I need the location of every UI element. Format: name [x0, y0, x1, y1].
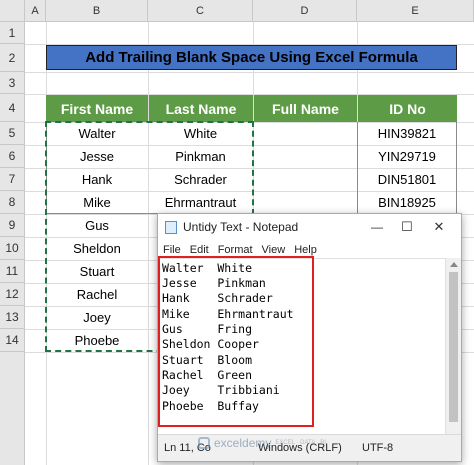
cell-id-no[interactable]: HIN39821 — [357, 122, 457, 145]
column-header-c[interactable]: C — [148, 0, 253, 22]
notepad-icon — [165, 220, 177, 234]
row-header-4[interactable]: 4 — [0, 94, 25, 122]
close-button[interactable]: ✕ — [425, 217, 453, 237]
title-banner: Add Trailing Blank Space Using Excel For… — [46, 45, 457, 70]
row-header-8[interactable]: 8 — [0, 191, 25, 214]
row-header-14[interactable]: 14 — [0, 329, 25, 352]
column-header-a[interactable]: A — [25, 0, 46, 22]
status-encoding: UTF-8 — [362, 442, 394, 454]
exceldemy-watermark: exceldemy EXCEL · DATA · BI — [198, 433, 338, 453]
scroll-up-arrow[interactable] — [450, 262, 458, 267]
menu-help[interactable]: Help — [294, 244, 317, 256]
row-header-2[interactable]: 2 — [0, 44, 25, 72]
menu-view[interactable]: View — [262, 244, 286, 256]
maximize-button[interactable]: ☐ — [393, 217, 421, 237]
header-full-name: Full Name — [254, 95, 357, 122]
menu-file[interactable]: File — [163, 244, 181, 256]
scrollbar-thumb[interactable] — [449, 272, 458, 422]
menu-format[interactable]: Format — [218, 244, 253, 256]
column-header-d[interactable]: D — [253, 0, 357, 22]
select-all-corner[interactable] — [0, 0, 25, 22]
row-header-9[interactable]: 9 — [0, 214, 25, 237]
watermark-name: exceldemy — [214, 436, 272, 450]
row-header-3[interactable]: 3 — [0, 72, 25, 94]
notepad-window[interactable]: Untidy Text - Notepad — ☐ ✕ File Edit Fo… — [157, 213, 462, 462]
notepad-title: Untidy Text - Notepad — [183, 220, 299, 234]
cell-id-no[interactable]: YIN29719 — [357, 145, 457, 168]
row-header-6[interactable]: 6 — [0, 145, 25, 168]
header-id-no: ID No — [358, 95, 457, 122]
cell-id-no[interactable]: DIN51801 — [357, 168, 457, 191]
watermark-tagline: EXCEL · DATA · BI — [275, 440, 326, 446]
cell-id-no[interactable]: BIN18925 — [357, 191, 457, 214]
header-first-name: First Name — [46, 95, 148, 122]
highlight-box — [158, 256, 314, 427]
minimize-button[interactable]: — — [363, 217, 391, 237]
row-header-13[interactable]: 13 — [0, 306, 25, 329]
row-header-5[interactable]: 5 — [0, 122, 25, 145]
row-header-11[interactable]: 11 — [0, 260, 25, 283]
row-header-10[interactable]: 10 — [0, 237, 25, 260]
column-header-e[interactable]: E — [357, 0, 474, 22]
row-header-7[interactable]: 7 — [0, 168, 25, 191]
watermark-logo-icon — [198, 437, 210, 449]
gridline-h — [25, 72, 474, 73]
row-header-filler — [0, 352, 25, 465]
column-header-b[interactable]: B — [46, 0, 148, 22]
menu-edit[interactable]: Edit — [190, 244, 209, 256]
vertical-scrollbar[interactable] — [445, 258, 461, 434]
row-header-1[interactable]: 1 — [0, 22, 25, 44]
header-last-name: Last Name — [149, 95, 253, 122]
row-header-12[interactable]: 12 — [0, 283, 25, 306]
